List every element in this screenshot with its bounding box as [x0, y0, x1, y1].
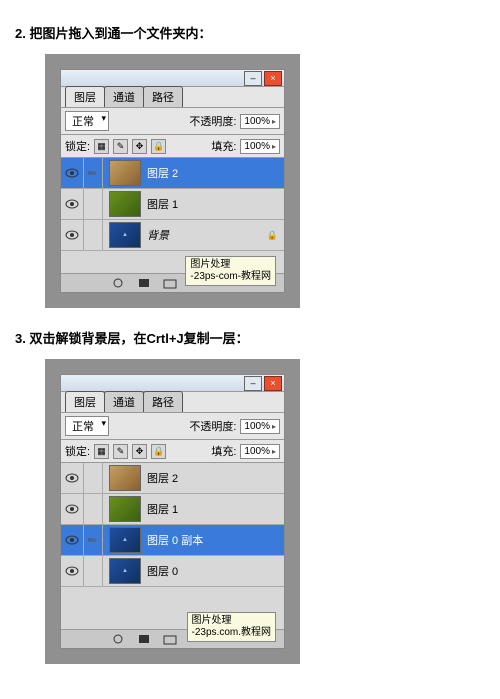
- visibility-icon[interactable]: [61, 525, 84, 555]
- panel-tabs: 图层 通道 路径: [61, 87, 284, 107]
- fill-label: 填充:: [211, 138, 236, 154]
- minimize-button[interactable]: –: [244, 71, 262, 86]
- lock-all-icon[interactable]: 🔒: [151, 444, 166, 459]
- titlebar: – ×: [61, 375, 284, 392]
- lock-pixels-icon[interactable]: ✎: [113, 139, 128, 154]
- layer-thumbnail: [109, 496, 141, 522]
- layer-row[interactable]: 图层 0: [61, 556, 284, 587]
- layer-name: 图层 1: [147, 196, 178, 212]
- visibility-icon[interactable]: [61, 158, 84, 188]
- link-cell[interactable]: [84, 556, 103, 586]
- fill-label: 填充:: [211, 443, 236, 459]
- tab-paths[interactable]: 路径: [143, 391, 183, 412]
- step-2-text: 2. 把图片拖入到通一个文件夹内：: [15, 23, 485, 42]
- layer-thumbnail: [109, 465, 141, 491]
- layers-panel-1: – × 图层 通道 路径 正常 不透明度: 100%▸ 锁定: ▦ ✎ ✥ 🔒 …: [60, 69, 285, 293]
- opacity-label: 不透明度:: [189, 418, 236, 434]
- lock-label: 锁定:: [65, 138, 90, 154]
- panel-tabs: 图层 通道 路径: [61, 392, 284, 412]
- minimize-button[interactable]: –: [244, 376, 262, 391]
- link-cell[interactable]: [84, 463, 103, 493]
- layer-thumbnail: [109, 558, 141, 584]
- visibility-icon[interactable]: [61, 189, 84, 219]
- lock-row: 锁定: ▦ ✎ ✥ 🔒 填充: 100%▸: [61, 439, 284, 462]
- opacity-input[interactable]: 100%▸: [240, 419, 280, 434]
- tab-layers[interactable]: 图层: [65, 391, 105, 412]
- tab-paths[interactable]: 路径: [143, 86, 183, 107]
- link-cell[interactable]: ✎: [84, 158, 103, 188]
- watermark-tooltip: 图片处理-23ps.com.教程网: [187, 612, 276, 642]
- layer-thumbnail: [109, 527, 141, 553]
- lock-icon: 🔒: [267, 230, 278, 241]
- link-cell[interactable]: [84, 494, 103, 524]
- layer-row[interactable]: ✎ 图层 2: [61, 158, 284, 189]
- visibility-icon[interactable]: [61, 494, 84, 524]
- layer-thumbnail: [109, 222, 141, 248]
- lock-position-icon[interactable]: ✥: [132, 139, 147, 154]
- step-3-text: 3. 双击解锁背景层，在Crtl+J复制一层：: [15, 328, 485, 347]
- fx-icon[interactable]: [111, 277, 125, 289]
- lock-pixels-icon[interactable]: ✎: [113, 444, 128, 459]
- layer-name: 图层 1: [147, 501, 178, 517]
- layer-row[interactable]: 图层 1: [61, 189, 284, 220]
- layer-row[interactable]: 图层 2: [61, 463, 284, 494]
- folder-icon[interactable]: [163, 633, 177, 645]
- lock-all-icon[interactable]: 🔒: [151, 139, 166, 154]
- layer-name: 背景: [147, 227, 169, 243]
- visibility-icon[interactable]: [61, 556, 84, 586]
- close-button[interactable]: ×: [264, 71, 282, 86]
- mask-icon[interactable]: [137, 633, 151, 645]
- layer-row[interactable]: 背景 🔒: [61, 220, 284, 251]
- folder-icon[interactable]: [163, 277, 177, 289]
- layer-list: 图层 2 图层 1 ✎ 图层 0 副本图层 0: [61, 462, 284, 587]
- fill-input[interactable]: 100%▸: [240, 444, 280, 459]
- visibility-icon[interactable]: [61, 220, 84, 250]
- tab-channels[interactable]: 通道: [104, 391, 144, 412]
- link-cell[interactable]: [84, 220, 103, 250]
- lock-row: 锁定: ▦ ✎ ✥ 🔒 填充: 100%▸: [61, 134, 284, 157]
- layer-name: 图层 2: [147, 470, 178, 486]
- fx-icon[interactable]: [111, 633, 125, 645]
- mask-icon[interactable]: [137, 277, 151, 289]
- layer-name: 图层 0 副本: [147, 532, 203, 548]
- link-cell[interactable]: [84, 189, 103, 219]
- lock-transparent-icon[interactable]: ▦: [94, 444, 109, 459]
- layer-list: ✎ 图层 2 图层 1 背景 🔒: [61, 157, 284, 251]
- opacity-input[interactable]: 100%▸: [240, 114, 280, 129]
- opacity-label: 不透明度:: [189, 113, 236, 129]
- visibility-icon[interactable]: [61, 463, 84, 493]
- tab-channels[interactable]: 通道: [104, 86, 144, 107]
- fill-input[interactable]: 100%▸: [240, 139, 280, 154]
- blend-row: 正常 不透明度: 100%▸: [61, 412, 284, 439]
- layer-thumbnail: [109, 191, 141, 217]
- screenshot-1: – × 图层 通道 路径 正常 不透明度: 100%▸ 锁定: ▦ ✎ ✥ 🔒 …: [45, 54, 300, 308]
- layer-thumbnail: [109, 160, 141, 186]
- blend-mode-select[interactable]: 正常: [65, 416, 109, 436]
- screenshot-2: – × 图层 通道 路径 正常 不透明度: 100%▸ 锁定: ▦ ✎ ✥ 🔒 …: [45, 359, 300, 664]
- layer-name: 图层 2: [147, 165, 178, 181]
- lock-transparent-icon[interactable]: ▦: [94, 139, 109, 154]
- tab-layers[interactable]: 图层: [65, 86, 105, 107]
- close-button[interactable]: ×: [264, 376, 282, 391]
- layers-panel-2: – × 图层 通道 路径 正常 不透明度: 100%▸ 锁定: ▦ ✎ ✥ 🔒 …: [60, 374, 285, 649]
- layer-row[interactable]: ✎ 图层 0 副本: [61, 525, 284, 556]
- lock-position-icon[interactable]: ✥: [132, 444, 147, 459]
- blend-mode-select[interactable]: 正常: [65, 111, 109, 131]
- watermark-tooltip: 图片处理-23ps-com-教程网: [185, 256, 276, 286]
- titlebar: – ×: [61, 70, 284, 87]
- lock-label: 锁定:: [65, 443, 90, 459]
- layer-row[interactable]: 图层 1: [61, 494, 284, 525]
- blend-row: 正常 不透明度: 100%▸: [61, 107, 284, 134]
- layer-name: 图层 0: [147, 563, 178, 579]
- link-cell[interactable]: ✎: [84, 525, 103, 555]
